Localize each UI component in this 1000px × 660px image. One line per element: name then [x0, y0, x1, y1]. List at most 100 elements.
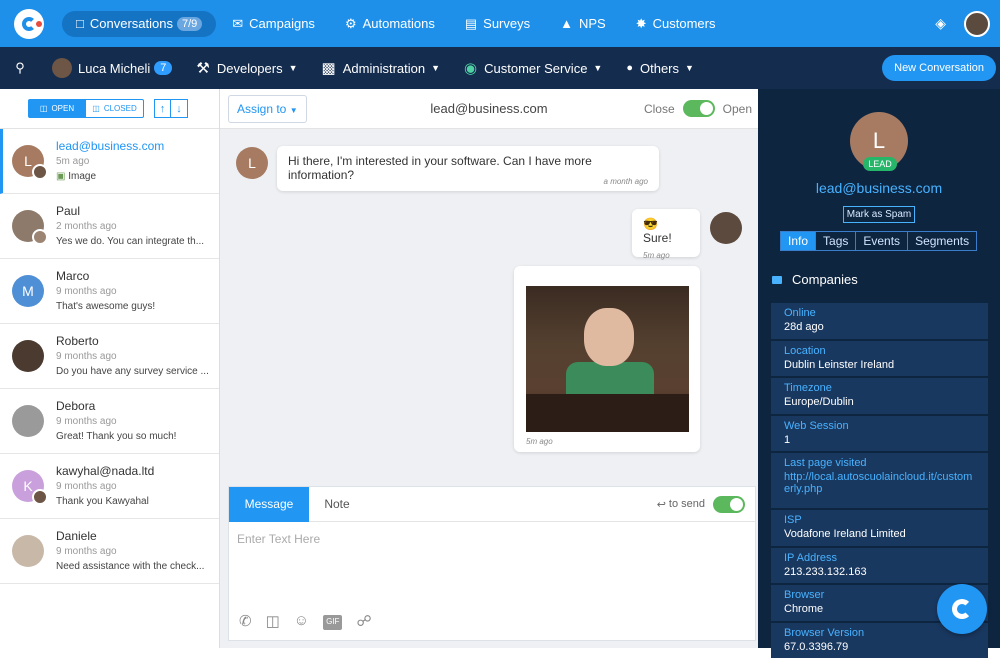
nav-surveys[interactable]: ▤ Surveys: [451, 11, 544, 37]
conversation-time: 9 months ago: [56, 546, 117, 557]
nav-automations[interactable]: ⚙ Automations: [331, 11, 449, 37]
companies-section[interactable]: Companies: [772, 272, 858, 287]
thumbs-up-icon: ▲: [560, 16, 573, 31]
conversation-time: 9 months ago: [56, 351, 117, 362]
conversation-filter-bar: ◫ OPEN ◫ CLOSED ↑ ↓: [0, 89, 219, 129]
team-administration[interactable]: ▩ Administration ▼: [310, 47, 452, 89]
open-close-switch[interactable]: [682, 100, 715, 117]
conversation-preview: Yes we do. You can integrate th...: [56, 236, 205, 247]
emoji-icon[interactable]: ☺: [294, 612, 309, 630]
top-navigation: □ Conversations 7/9 ✉ Campaigns ⚙ Automa…: [0, 0, 1000, 47]
profile-tabs: Info Tags Events Segments: [780, 231, 978, 251]
conversation-list-panel: ◫ OPEN ◫ CLOSED ↑ ↓ L lead@business.com …: [0, 89, 220, 648]
avatar-initial: M: [22, 283, 34, 299]
user-inbox[interactable]: Luca Micheli 7: [40, 47, 184, 89]
conversation-preview: Do you have any survey service ...: [56, 366, 209, 377]
last-page-link[interactable]: http://local.autoscuolaincloud.it/custom…: [784, 471, 975, 495]
message-input[interactable]: Enter Text Here: [229, 522, 755, 556]
conversation-name: lead@business.com: [56, 139, 165, 153]
app-logo[interactable]: [14, 8, 44, 39]
people-icon: ●: [626, 62, 633, 74]
tab-message[interactable]: Message: [229, 486, 309, 522]
section-title: Companies: [792, 272, 858, 287]
avatar: M: [12, 275, 44, 307]
conversation-time: 2 months ago: [56, 221, 117, 232]
composer-toolbar: ✆ ◫ ☺ GIF ☍: [239, 612, 372, 630]
new-conversation-button[interactable]: New Conversation: [882, 55, 996, 81]
conversation-item[interactable]: Roberto 9 months ago Do you have any sur…: [0, 324, 219, 389]
nav-label: Customers: [652, 16, 716, 31]
conversation-item[interactable]: L lead@business.com 5m ago ▣ Image: [0, 129, 219, 194]
chevron-down-icon: ▼: [685, 63, 694, 73]
contact-profile-panel: L LEAD lead@business.com Mark as Spam In…: [758, 89, 1000, 658]
nav-nps[interactable]: ▲ NPS: [546, 11, 620, 37]
attachment-icon[interactable]: ☍: [356, 612, 371, 630]
chevron-down-icon: ▼: [593, 63, 603, 73]
tab-tags[interactable]: Tags: [815, 231, 857, 251]
tab-info[interactable]: Info: [780, 231, 817, 251]
composer-tabs: Message Note ↩ to send: [229, 486, 755, 522]
field-label: Last page visited: [784, 457, 867, 469]
tab-segments[interactable]: Segments: [907, 231, 978, 251]
conversation-time: 9 months ago: [56, 416, 117, 427]
user-avatar[interactable]: [964, 10, 990, 37]
team-others[interactable]: ● Others ▼: [614, 47, 706, 89]
open-label: Open: [722, 101, 752, 116]
field-online: Online 28d ago: [771, 303, 988, 339]
conversation-item[interactable]: Paul 2 months ago Yes we do. You can int…: [0, 194, 219, 259]
assign-dropdown[interactable]: Assign to ▼: [228, 94, 307, 123]
conversation-list: L lead@business.com 5m ago ▣ Image Paul …: [0, 129, 219, 584]
conversation-preview: ▣ Image: [56, 171, 211, 182]
preview-text: Image: [68, 171, 97, 182]
sort-down-button[interactable]: ↓: [171, 99, 188, 118]
field-last-page: Last page visited http://local.autoscuol…: [771, 453, 988, 508]
inbox-icon[interactable]: ◫: [266, 612, 280, 630]
conversation-item[interactable]: M Marco 9 months ago That's awesome guys…: [0, 259, 219, 324]
conversation-time: 9 months ago: [56, 286, 117, 297]
team-developers[interactable]: ⚒ Developers ▼: [184, 47, 309, 89]
field-label: ISP: [784, 514, 802, 526]
nav-label: Conversations: [89, 16, 173, 31]
field-location: Location Dublin Leinster Ireland: [771, 340, 988, 376]
phone-icon[interactable]: ✆: [239, 612, 252, 630]
contact-email: lead@business.com: [815, 180, 943, 196]
avatar: [12, 340, 44, 372]
chevron-down-icon: ▼: [431, 63, 441, 73]
sort-up-button[interactable]: ↑: [154, 99, 171, 118]
live-chat-launcher-icon[interactable]: [937, 584, 987, 634]
field-value: Dublin Leinster Ireland: [784, 358, 895, 371]
field-timezone: Timezone Europe/Dublin: [771, 378, 988, 414]
layers-icon[interactable]: ◈: [935, 15, 946, 32]
user-name: Luca Micheli: [78, 60, 151, 76]
chat-icon: □: [76, 16, 84, 31]
conversation-item[interactable]: K kawyhal@nada.ltd 9 months ago Thank yo…: [0, 454, 219, 519]
message-text: Hi there, I'm interested in your softwar…: [288, 154, 592, 182]
nav-conversations[interactable]: □ Conversations 7/9: [62, 10, 217, 37]
gif-icon[interactable]: GIF: [323, 615, 343, 630]
briefcase-icon: [772, 275, 782, 284]
message-time: 5m ago: [526, 437, 553, 446]
mark-as-spam-button[interactable]: Mark as Spam: [843, 206, 915, 223]
inbox-icon: ◫: [39, 104, 48, 113]
emoji: 😎: [643, 217, 658, 231]
field-ip-address: IP Address 213.233.132.163: [771, 547, 988, 583]
outgoing-message: 😎 Sure! 5m ago: [632, 209, 700, 260]
gif-image[interactable]: [526, 286, 689, 432]
nav-campaigns[interactable]: ✉ Campaigns: [218, 11, 329, 37]
search-icon[interactable]: ⚲: [0, 60, 40, 76]
tab-note[interactable]: Note: [309, 497, 365, 511]
open-label: OPEN: [51, 104, 75, 113]
message-time: 5m ago: [643, 251, 670, 260]
nav-customers[interactable]: ✸ Customers: [622, 11, 730, 37]
field-isp: ISP Vodafone Ireland Limited: [771, 510, 988, 546]
conversation-item[interactable]: Daniele 9 months ago Need assistance wit…: [0, 519, 219, 584]
conversation-item[interactable]: Debora 9 months ago Great! Thank you so …: [0, 389, 219, 454]
nav-label: Campaigns: [249, 16, 315, 31]
open-filter-button[interactable]: ◫ OPEN: [28, 99, 86, 118]
closed-filter-button[interactable]: ◫ CLOSED: [86, 99, 144, 118]
enter-to-send-switch[interactable]: [713, 495, 745, 513]
team-customer-service[interactable]: ◉ Customer Service ▼: [452, 47, 614, 89]
tab-events[interactable]: Events: [855, 231, 909, 251]
envelope-icon: ✉: [232, 15, 244, 31]
incoming-message: Hi there, I'm interested in your softwar…: [277, 146, 659, 191]
